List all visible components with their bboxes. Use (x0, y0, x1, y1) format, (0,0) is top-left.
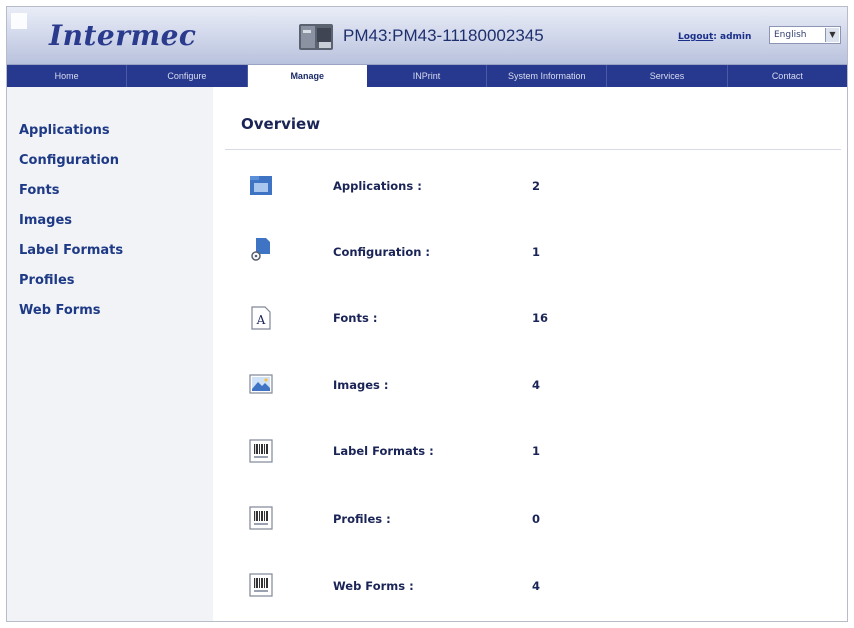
row-count-label-formats: 1 (532, 444, 541, 458)
row-count-applications: 2 (532, 179, 541, 193)
image-icon[interactable] (249, 372, 273, 396)
row-label-web-forms[interactable]: Web Forms : (333, 579, 414, 593)
config-file-icon[interactable] (249, 237, 273, 261)
nav-services[interactable]: Services (607, 65, 728, 87)
nav-configure[interactable]: Configure (127, 65, 248, 87)
row-label-configuration[interactable]: Configuration : (333, 245, 430, 259)
row-count-web-forms: 4 (532, 579, 541, 593)
row-count-images: 4 (532, 378, 541, 392)
nav-home[interactable]: Home (7, 65, 128, 87)
row-label-profiles[interactable]: Profiles : (333, 512, 391, 526)
username: : admin (713, 32, 752, 42)
sidebar-item-images[interactable]: Images (19, 213, 72, 228)
sidebar-item-profiles[interactable]: Profiles (19, 273, 75, 288)
header: Intermec PM43:PM43-11180002345 Logout: a… (7, 7, 847, 65)
nav-system-information[interactable]: System Information (487, 65, 608, 87)
page-title: Overview (241, 115, 321, 133)
row-label-fonts[interactable]: Fonts : (333, 311, 377, 325)
barcode-icon[interactable] (249, 573, 273, 597)
intermec-logo[interactable]: Intermec (49, 19, 196, 52)
sidebar: Applications Configuration Fonts Images … (7, 87, 213, 621)
sidebar-item-applications[interactable]: Applications (19, 123, 110, 138)
main-nav: Home Configure Manage INPrint System Inf… (7, 65, 847, 87)
barcode-icon[interactable] (249, 506, 273, 530)
nav-manage[interactable]: Manage (247, 65, 367, 87)
sidebar-item-configuration[interactable]: Configuration (19, 153, 119, 168)
sidebar-item-web-forms[interactable]: Web Forms (19, 303, 101, 318)
row-label-label-formats[interactable]: Label Formats : (333, 444, 434, 458)
nav-contact[interactable]: Contact (728, 65, 847, 87)
folder-icon[interactable] (249, 173, 273, 197)
chevron-down-icon[interactable]: ▼ (825, 28, 839, 42)
language-value: English (774, 30, 807, 40)
header-corner-decoration (11, 13, 27, 29)
barcode-icon[interactable] (249, 439, 273, 463)
title-divider (225, 149, 841, 150)
page-frame: Intermec PM43:PM43-11180002345 Logout: a… (6, 6, 848, 622)
sidebar-item-label-formats[interactable]: Label Formats (19, 243, 123, 258)
language-select[interactable]: English ▼ (769, 26, 841, 44)
logout-link[interactable]: Logout (678, 32, 713, 42)
logout-area: Logout: admin (678, 32, 751, 42)
row-count-configuration: 1 (532, 245, 541, 259)
nav-inprint[interactable]: INPrint (367, 65, 488, 87)
font-icon[interactable]: A (249, 306, 273, 330)
row-count-profiles: 0 (532, 512, 541, 526)
main-content: Overview Applications : 2 Configuration … (213, 87, 847, 621)
row-label-applications[interactable]: Applications : (333, 179, 422, 193)
row-label-images[interactable]: Images : (333, 378, 389, 392)
printer-icon (299, 24, 333, 50)
row-count-fonts: 16 (532, 311, 549, 325)
printer-model-title: PM43:PM43-11180002345 (343, 26, 544, 45)
sidebar-item-fonts[interactable]: Fonts (19, 183, 60, 198)
svg-text:A: A (256, 313, 266, 327)
